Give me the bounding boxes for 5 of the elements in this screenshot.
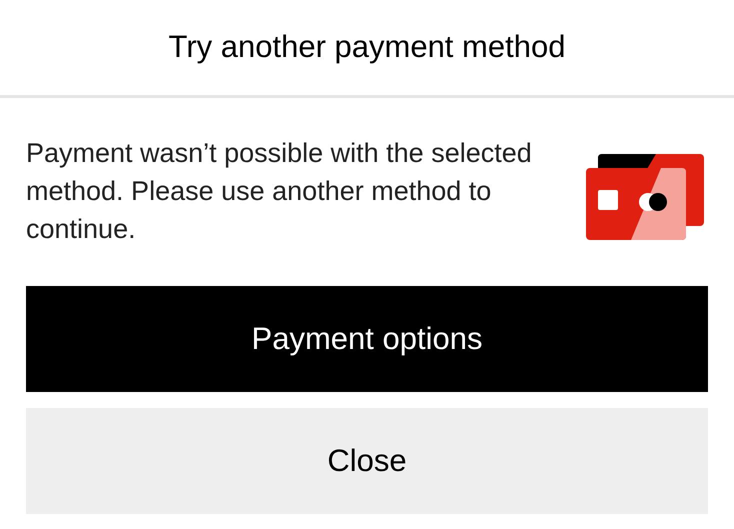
- close-button[interactable]: Close: [26, 408, 708, 514]
- credit-cards-icon: [586, 154, 704, 240]
- dialog-title: Try another payment method: [168, 28, 566, 66]
- error-message: Payment wasn’t possible with the selected method. Please use another method to continue.: [26, 137, 533, 246]
- payment-options-button[interactable]: Payment options: [26, 286, 708, 392]
